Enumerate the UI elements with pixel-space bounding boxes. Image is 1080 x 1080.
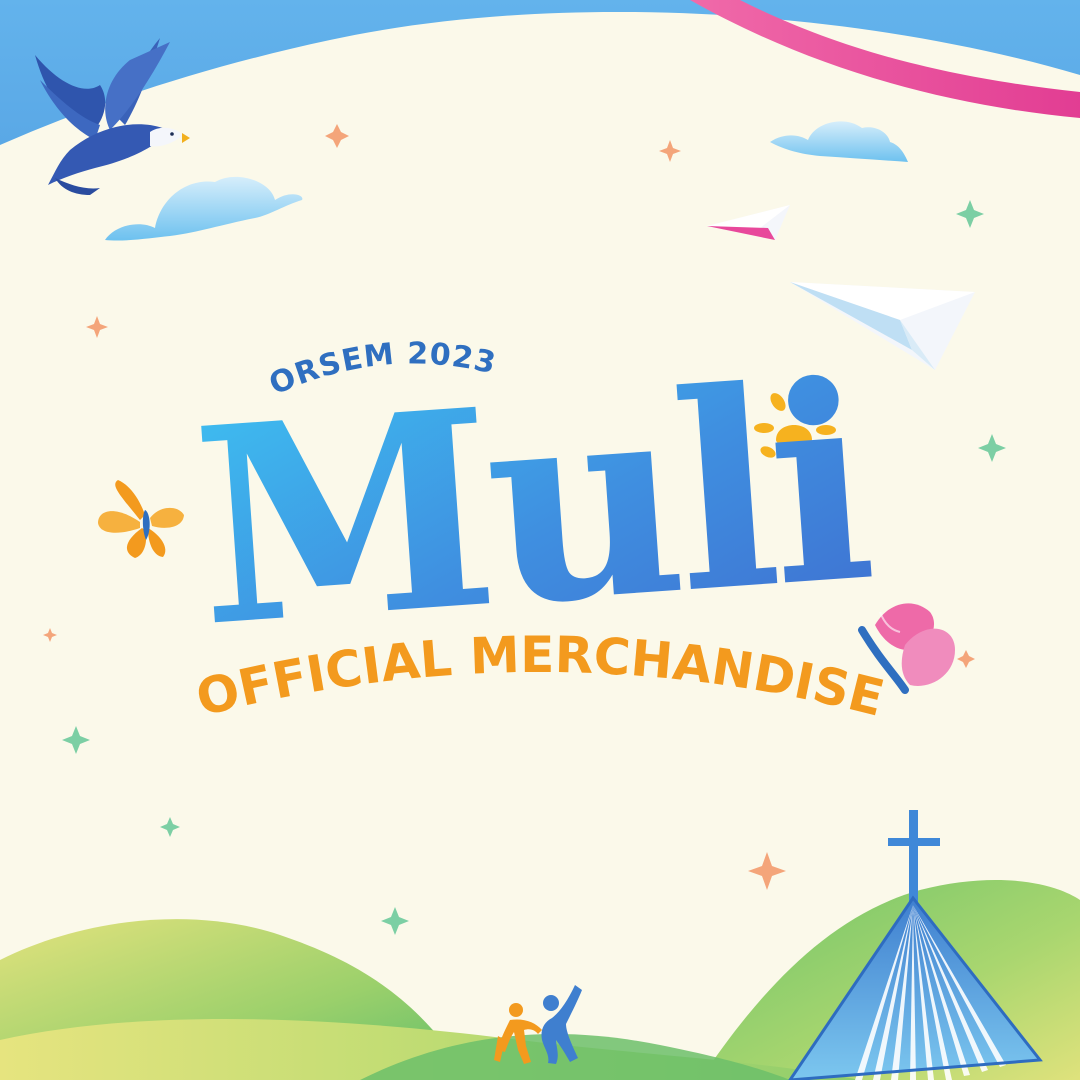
poster-canvas: ORSEM 2023 Muli OFFICIAL MERCHANDISE bbox=[0, 0, 1080, 1080]
title-group: ORSEM 2023 Muli OFFICIAL MERCHANDISE bbox=[186, 323, 890, 728]
